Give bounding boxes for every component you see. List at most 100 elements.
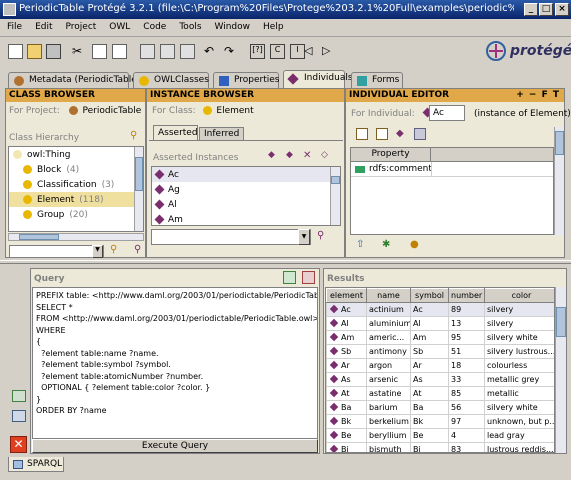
redo-icon[interactable]: ↷ [224, 44, 239, 59]
export-query-icon[interactable] [302, 271, 315, 284]
menu-tools[interactable]: Tools [172, 19, 207, 32]
list-item[interactable]: Am [152, 212, 340, 225]
table-row[interactable]: As arsenic As 33 metallic grey [326, 372, 554, 387]
column-header-name[interactable]: name [366, 288, 411, 303]
list-item[interactable]: Al [152, 197, 340, 212]
tab-sparql[interactable]: SPARQL [8, 457, 64, 472]
column-header-color[interactable]: color [484, 288, 554, 303]
binoculars-icon[interactable]: ⚲ [110, 244, 117, 255]
tab-owlclasses[interactable]: OWLClasses [133, 72, 209, 88]
configure-instance-icon[interactable]: ◇ [321, 150, 328, 160]
menu-file[interactable]: File [0, 19, 28, 32]
class-tree-scrollbar[interactable] [134, 147, 143, 231]
individual-action-icon[interactable]: ◆ [396, 128, 404, 139]
maximize-button[interactable]: □ [539, 3, 553, 16]
instance-search-input[interactable] [151, 229, 311, 245]
paste-icon[interactable] [112, 44, 127, 59]
query-editor[interactable]: PREFIX table: <http://www.daml.org/2003/… [32, 287, 318, 439]
table-row[interactable]: Bi bismuth Bi 83 lustrous reddis... [326, 442, 554, 452]
side-list-icon[interactable] [12, 410, 26, 422]
tree-item-selected[interactable]: Element (118) [9, 192, 143, 207]
forward-icon[interactable]: ▷ [322, 44, 337, 59]
menu-owl[interactable]: OWL [102, 19, 136, 32]
binoculars-icon[interactable]: ⚲ [317, 230, 324, 241]
individual-name-field[interactable]: Ac [429, 105, 465, 121]
close-window-button[interactable]: × [555, 3, 569, 16]
results-scrollbar[interactable] [555, 287, 566, 453]
menu-project[interactable]: Project [59, 19, 103, 32]
class-search-input[interactable] [9, 245, 104, 258]
edit-property-icon[interactable] [376, 128, 388, 140]
list-item[interactable]: Ag [152, 182, 340, 197]
class-tree-hscrollbar[interactable] [8, 233, 144, 241]
instance-browser-panel: INSTANCE BROWSER For Class: Element Asse… [146, 88, 345, 258]
instance-search-dropdown[interactable]: ▼ [298, 229, 310, 245]
editor-header-controls[interactable]: + − F T [516, 90, 560, 100]
tree-item[interactable]: Block (4) [9, 162, 143, 177]
table-row[interactable]: Ba barium Ba 56 silvery white [326, 400, 554, 415]
table-row[interactable]: Be beryllium Be 4 lead gray [326, 428, 554, 443]
insert-project-icon[interactable] [140, 44, 155, 59]
insert-i-icon[interactable]: I [290, 44, 305, 59]
tree-item[interactable]: Classification (3) [9, 177, 143, 192]
menu-help[interactable]: Help [256, 19, 290, 32]
new-project-icon[interactable] [8, 44, 23, 59]
list-item-selected[interactable]: Ac [152, 167, 340, 182]
table-row[interactable]: Am americ... Am 95 silvery white [326, 330, 554, 345]
export-icon[interactable] [180, 44, 195, 59]
export-icon[interactable]: ⇧ [356, 239, 364, 250]
copy-icon[interactable] [92, 44, 107, 59]
tree-item[interactable]: owl:Thing [9, 147, 143, 162]
instance-list-scrollbar[interactable] [330, 167, 340, 225]
table-row[interactable]: Bk berkelium Bk 97 unknown, but p... [326, 414, 554, 429]
tab-inferred[interactable]: Inferred [199, 127, 244, 140]
tab-asserted[interactable]: Asserted [153, 125, 198, 140]
create-instance-icon[interactable]: ◆ [286, 150, 293, 160]
import-icon[interactable] [160, 44, 175, 59]
cut-icon[interactable]: ✂ [72, 44, 87, 59]
value-column-header[interactable] [431, 148, 553, 162]
table-row[interactable]: Ac actinium Ac 89 silvery [326, 302, 554, 317]
minimize-button[interactable]: _ [524, 3, 538, 16]
class-icon [23, 210, 32, 219]
menu-code[interactable]: Code [136, 19, 172, 32]
bug-icon[interactable]: ✱ [382, 239, 390, 250]
import-query-icon[interactable] [283, 271, 296, 284]
find-class-icon[interactable]: ⚲ [130, 130, 137, 141]
open-project-icon[interactable] [27, 44, 42, 59]
binoculars-instance-icon[interactable]: ⚲ [134, 244, 141, 255]
split-divider[interactable] [0, 260, 571, 264]
tab-properties[interactable]: Properties [213, 72, 279, 88]
undo-icon[interactable]: ↶ [204, 44, 219, 59]
execute-query-button[interactable]: Execute Query [32, 439, 318, 453]
side-tool-icon[interactable] [12, 390, 26, 402]
menu-edit[interactable]: Edit [28, 19, 58, 32]
insert-c-icon[interactable]: C [270, 44, 285, 59]
insert-bracket-icon[interactable]: [?] [250, 44, 265, 59]
create-instance-icon[interactable]: ◆ [268, 150, 275, 160]
tab-forms[interactable]: Forms [351, 72, 403, 88]
save-project-icon[interactable] [46, 44, 61, 59]
editor-scrollbar[interactable] [554, 127, 564, 235]
table-row[interactable]: rdfs:comment [351, 162, 553, 177]
close-sparql-icon[interactable]: ✕ [10, 436, 27, 453]
delete-instance-icon[interactable]: ✕ [303, 150, 311, 161]
tab-individuals[interactable]: Individuals [283, 70, 353, 88]
property-column-header[interactable]: Property [351, 148, 431, 162]
column-header-element[interactable]: element [326, 288, 367, 303]
back-icon[interactable]: ◁ [304, 44, 319, 59]
column-header-number[interactable]: number [448, 288, 485, 303]
table-row[interactable]: At astatine At 85 metallic [326, 386, 554, 401]
table-row[interactable]: Sb antimony Sb 51 silvery lustrous... [326, 344, 554, 359]
table-row[interactable]: Al aluminium Al 13 silvery [326, 316, 554, 331]
table-cell: Sb [326, 344, 367, 359]
table-row[interactable]: Ar argon Ar 18 colourless [326, 358, 554, 373]
tree-item[interactable]: Group (20) [9, 207, 143, 222]
annotation-icon[interactable]: ● [410, 239, 419, 250]
add-property-icon[interactable] [356, 128, 368, 140]
menu-window[interactable]: Window [208, 19, 257, 32]
remove-property-icon[interactable] [414, 128, 426, 140]
column-header-symbol[interactable]: symbol [410, 288, 449, 303]
tab-metadata[interactable]: Metadata (PeriodicTable) [8, 72, 140, 88]
class-search-dropdown[interactable]: ▼ [92, 245, 103, 258]
